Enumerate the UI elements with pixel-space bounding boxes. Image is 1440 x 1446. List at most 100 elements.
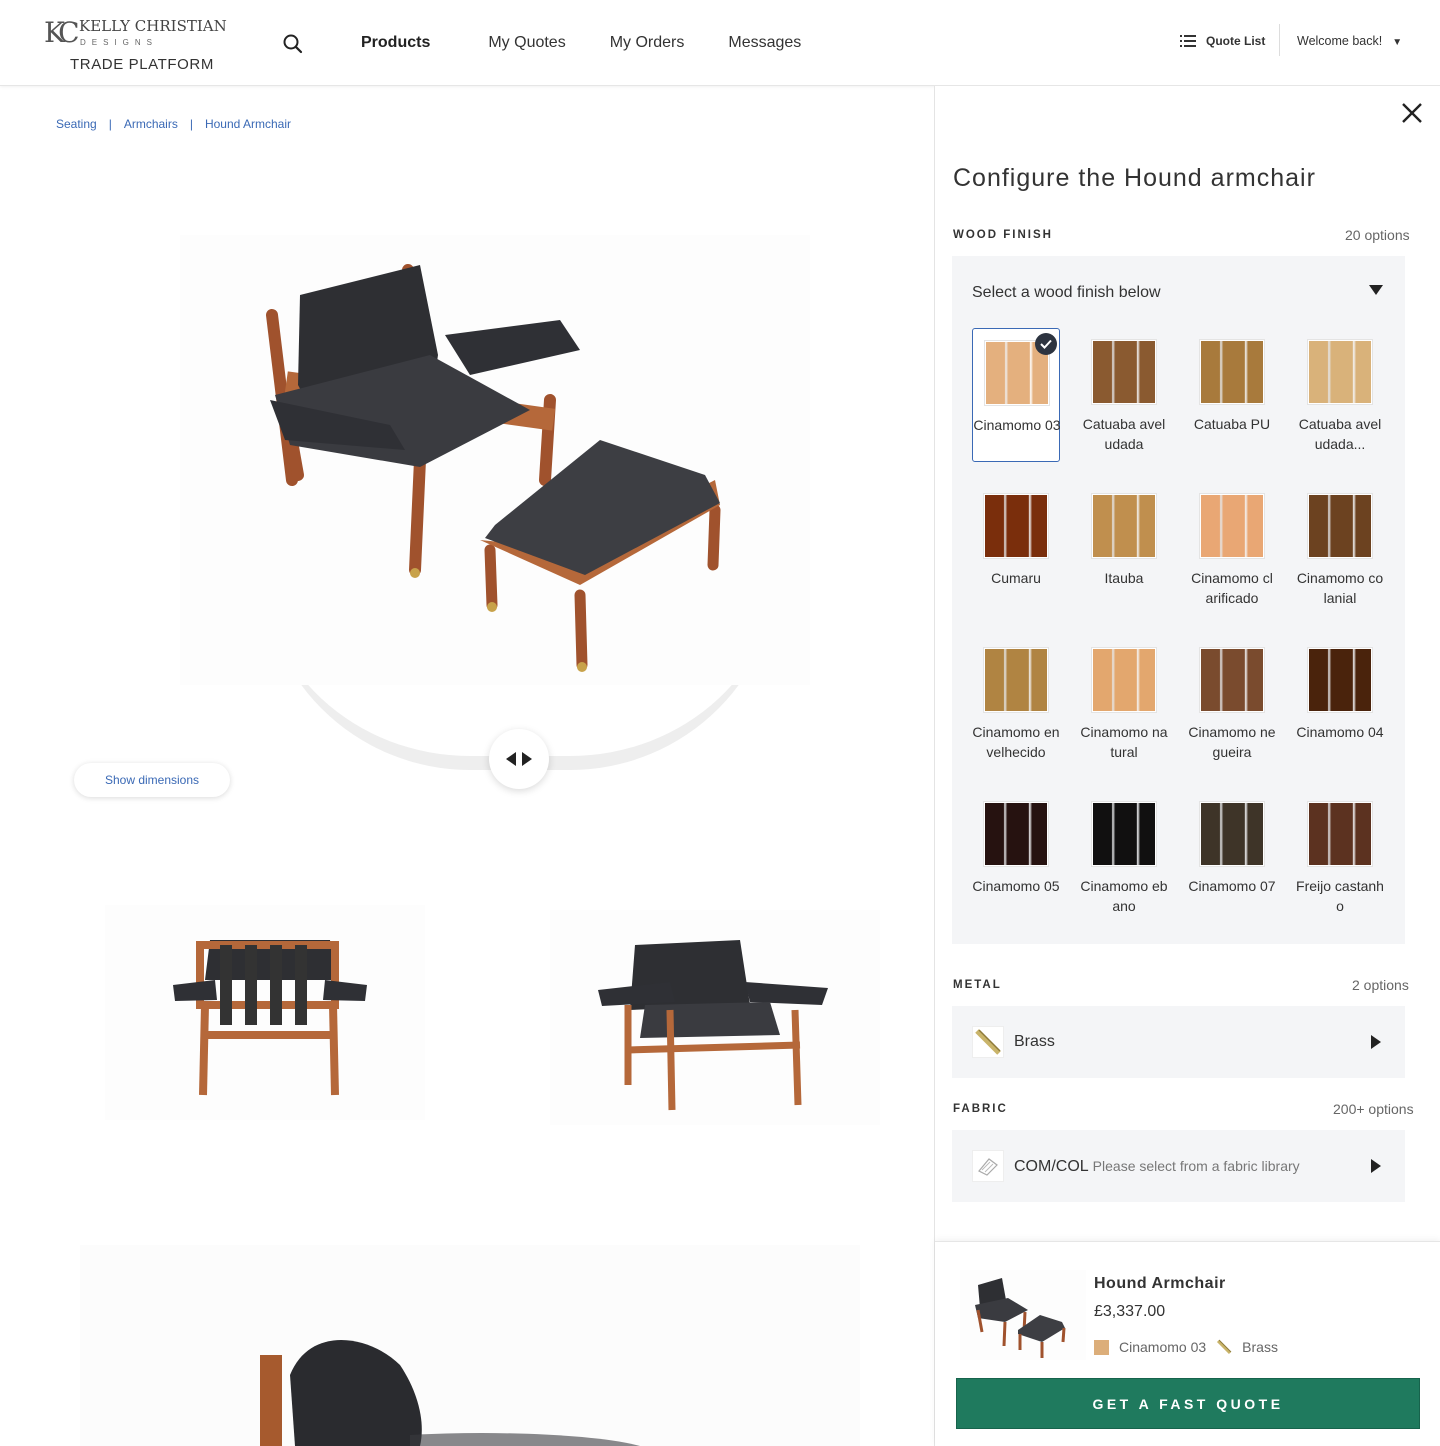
wood-swatch-label: Cinamomo negueira (1188, 724, 1276, 760)
wood-swatch-chip (1308, 494, 1372, 558)
main-nav: Products My Quotes My Orders Messages (361, 34, 845, 52)
nav-messages[interactable]: Messages (728, 34, 801, 52)
nav-products[interactable]: Products (361, 34, 430, 52)
welcome-text: Welcome back! (1297, 34, 1383, 48)
fabric-value: COM/COL Please select from a fabric libra… (1014, 1158, 1300, 1176)
summary-metal: Brass (1242, 1339, 1278, 1355)
wood-swatch-chip (984, 648, 1048, 712)
metal-label: METAL (953, 979, 1002, 991)
check-icon (1035, 333, 1057, 355)
wood-swatch[interactable]: Catuaba aveludada... (1296, 328, 1384, 462)
rotate-control[interactable] (489, 729, 549, 789)
nav-my-quotes[interactable]: My Quotes (488, 34, 565, 52)
wood-swatch-chip (1092, 648, 1156, 712)
wood-swatch-label: Catuaba PU (1193, 416, 1271, 432)
brass-swatch-icon (972, 1026, 1004, 1058)
wood-swatch[interactable]: Cinamomo negueira (1188, 636, 1276, 770)
wood-swatch-chip (1200, 648, 1264, 712)
wood-swatch-chip (1200, 340, 1264, 404)
fabric-value-text: COM/COL (1014, 1158, 1089, 1175)
breadcrumb-hound-armchair[interactable]: Hound Armchair (205, 117, 291, 131)
platform-name: TRADE PLATFORM (70, 56, 214, 73)
wood-swatch-label: Cinamomo 04 (1296, 724, 1384, 740)
wood-swatch[interactable]: Cinamomo 04 (1296, 636, 1384, 770)
wood-swatch[interactable]: Freijo castanho (1296, 790, 1384, 924)
get-fast-quote-button[interactable]: GET A FAST QUOTE (956, 1378, 1420, 1429)
wood-swatch-chip (1092, 494, 1156, 558)
wood-chip-icon (1094, 1339, 1109, 1355)
product-image-back[interactable] (105, 905, 425, 1120)
wood-swatch-label: Cinamomo envelhecido (972, 724, 1060, 760)
product-image-detail[interactable] (80, 1245, 860, 1446)
top-header: KC KELLY CHRISTIAN DESIGNS TRADE PLATFOR… (0, 0, 1440, 86)
wood-finish-dropdown[interactable]: Select a wood finish below (972, 284, 1161, 302)
nav-my-orders[interactable]: My Orders (610, 34, 685, 52)
wood-swatch[interactable]: Cinamomo ebano (1080, 790, 1168, 924)
wood-finish-picker: Select a wood finish below Cinamomo 03 Ca… (952, 256, 1405, 944)
brand-logo[interactable]: KC KELLY CHRISTIAN DESIGNS TRADE PLATFOR… (44, 14, 234, 76)
wood-swatch[interactable]: Cumaru (972, 482, 1060, 616)
fabric-count: 200+ options (1333, 1101, 1414, 1117)
search-icon[interactable] (280, 31, 306, 57)
wood-swatch-chip (1200, 494, 1264, 558)
wood-swatch[interactable]: Itauba (1080, 482, 1168, 616)
wood-swatch[interactable]: Cinamomo 07 (1188, 790, 1276, 924)
wood-swatch-chip (1308, 802, 1372, 866)
wood-swatch-label: Cumaru (991, 570, 1041, 586)
quote-list-label: Quote List (1206, 34, 1266, 48)
wood-swatch-label: Freijo castanho (1296, 878, 1384, 914)
chevron-down-icon: ▼ (1392, 37, 1403, 48)
chevron-right-icon (1371, 1035, 1381, 1049)
wood-finish-count: 20 options (1345, 227, 1410, 243)
summary-options: Cinamomo 03 Brass (1094, 1339, 1278, 1355)
wood-swatch-chip (1308, 340, 1372, 404)
wood-swatch-chip (984, 802, 1048, 866)
wood-swatch-label: Cinamomo ebano (1080, 878, 1168, 914)
close-icon[interactable] (1398, 99, 1426, 127)
chevron-right-icon (1371, 1159, 1381, 1173)
quote-list-button[interactable]: Quote List (1180, 34, 1265, 48)
summary-wood: Cinamomo 03 (1119, 1339, 1207, 1355)
summary-product-image (960, 1270, 1086, 1360)
product-hero-image[interactable] (180, 235, 810, 685)
wood-swatch[interactable]: Catuaba aveludada (1080, 328, 1168, 462)
metal-count: 2 options (1352, 977, 1409, 993)
breadcrumb: Seating | Armchairs | Hound Armchair (56, 117, 292, 131)
breadcrumb-armchairs[interactable]: Armchairs (124, 117, 178, 131)
fabric-hint: Please select from a fabric library (1092, 1158, 1300, 1174)
wood-swatch-label: Cinamomo 03 (973, 417, 1061, 433)
wood-swatch-label: Cinamomo clarificado (1191, 570, 1273, 606)
fabric-option-row[interactable]: COM/COL Please select from a fabric libra… (952, 1130, 1405, 1202)
wood-swatch-chip (984, 494, 1048, 558)
wood-swatch[interactable]: Cinamomo clarificado (1188, 482, 1276, 616)
wood-swatch-chip (1308, 648, 1372, 712)
metal-option-row[interactable]: Brass (952, 1006, 1405, 1078)
logo-monogram: KC (44, 16, 80, 49)
logo-name: KELLY CHRISTIAN (79, 17, 227, 35)
caret-down-icon[interactable] (1368, 284, 1384, 296)
list-icon (1180, 35, 1196, 47)
rotate-arrows-icon (506, 752, 532, 766)
wood-finish-label: WOOD FINISH (953, 229, 1053, 241)
metal-value: Brass (1014, 1033, 1055, 1050)
logo-sub: DESIGNS (80, 38, 159, 47)
header-divider (1279, 24, 1280, 56)
wood-swatch-label: Cinamomo 07 (1188, 878, 1276, 894)
wood-swatch-label: Catuaba aveludada (1082, 416, 1166, 452)
wood-swatch[interactable]: Cinamomo natural (1080, 636, 1168, 770)
wood-swatch-chip (1092, 802, 1156, 866)
wood-swatch[interactable]: Catuaba PU (1188, 328, 1276, 462)
wood-swatch[interactable]: Cinamomo envelhecido (972, 636, 1060, 770)
summary-product-name: Hound Armchair (1094, 1275, 1226, 1292)
brass-chip-icon (1217, 1339, 1232, 1355)
wood-swatch-label: Catuaba aveludada... (1298, 416, 1382, 452)
wood-swatch[interactable]: Cinamomo colanial (1296, 482, 1384, 616)
wood-swatch-label: Cinamomo 05 (972, 878, 1060, 894)
product-image-front[interactable] (550, 910, 880, 1125)
breadcrumb-seating[interactable]: Seating (56, 117, 97, 131)
account-menu[interactable]: Welcome back! ▼ (1297, 34, 1402, 48)
show-dimensions-button[interactable]: Show dimensions (74, 763, 230, 797)
wood-swatch[interactable]: Cinamomo 03 (972, 328, 1061, 462)
wood-swatch-label: Itauba (1104, 570, 1144, 586)
wood-swatch[interactable]: Cinamomo 05 (972, 790, 1060, 924)
